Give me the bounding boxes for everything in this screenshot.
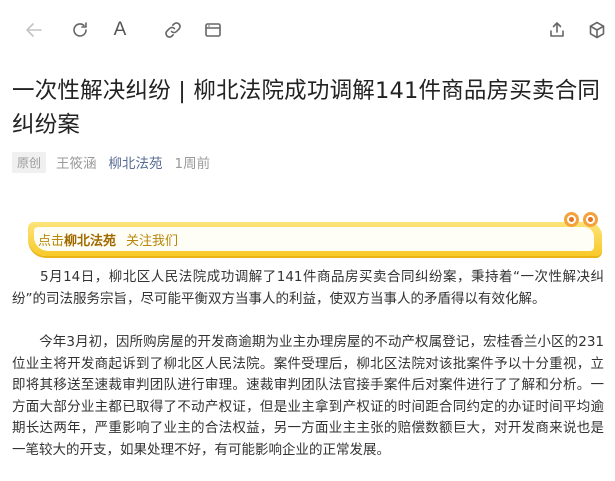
share-button[interactable] [545, 18, 569, 42]
banner-account-name: 柳北法苑 [64, 233, 117, 249]
banner-decoration [564, 212, 598, 227]
copy-link-button[interactable] [161, 18, 185, 42]
open-in-browser-button[interactable] [201, 18, 225, 42]
author-name: 王筱涵 [56, 156, 97, 172]
paragraph-2: 今年3月初，因所购房屋的开发商逾期为业主办理房屋的不动产权属登记，宏桂香兰小区的… [12, 334, 604, 458]
follow-us-link[interactable]: 关注我们 [126, 230, 178, 249]
browser-window-icon [205, 23, 221, 37]
decor-dot-icon [583, 212, 598, 227]
publish-time: 1周前 [174, 156, 211, 172]
font-icon: A [113, 19, 127, 40]
top-toolbar: A [0, 0, 615, 58]
banner-prefix: 点击 [38, 233, 65, 249]
font-size-button[interactable]: A [108, 18, 132, 42]
paragraph-1: 5月14日，柳北区人民法院成功调解了141件商品房买卖合同纠纷案，秉持着“一次性… [12, 269, 604, 307]
decor-dot-icon [564, 212, 579, 227]
cube-icon [589, 21, 605, 39]
cube-button[interactable] [585, 18, 609, 42]
share-icon [550, 22, 564, 37]
link-icon [165, 22, 181, 38]
follow-banner[interactable]: 点击 柳北法苑 关注我们 [28, 212, 602, 256]
article-title: 一次性解决纠纷 | 柳北法院成功调解141件商品房买卖合同纠纷案 [12, 78, 601, 138]
article-meta: 原创 王筱涵 柳北法苑 1周前 [12, 151, 210, 173]
account-link[interactable]: 柳北法苑 [109, 152, 163, 172]
refresh-icon [73, 22, 87, 37]
original-badge: 原创 [12, 151, 47, 173]
refresh-button[interactable] [68, 18, 92, 42]
arrow-left-icon [26, 23, 42, 37]
banner-text-box: 点击 柳北法苑 关注我们 [34, 227, 594, 251]
back-button[interactable] [22, 18, 46, 42]
